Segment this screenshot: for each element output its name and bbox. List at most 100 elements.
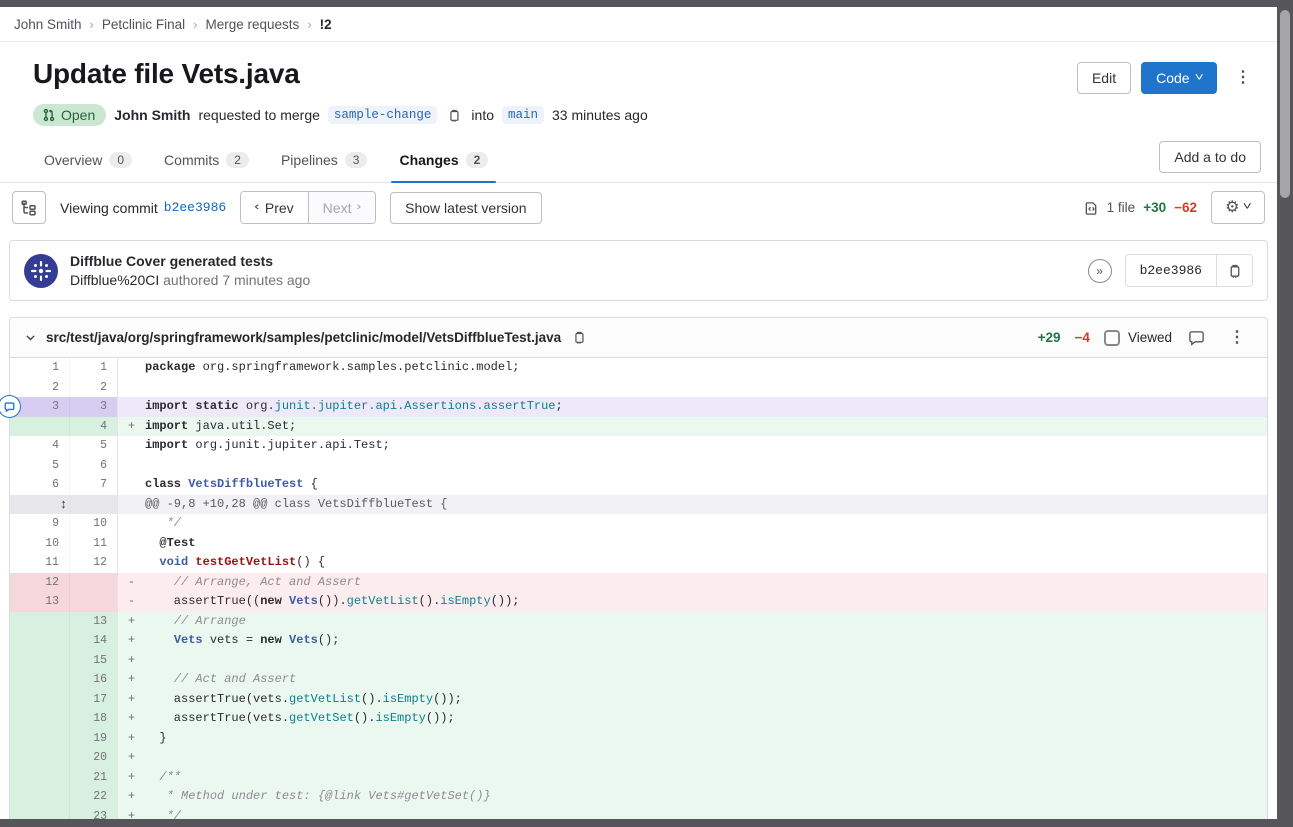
code-line (145, 456, 1267, 476)
new-line-number[interactable] (70, 592, 118, 612)
diff-row: 45import org.junit.jupiter.api.Test; (10, 436, 1267, 456)
new-line-number[interactable]: 16 (70, 670, 118, 690)
old-line-number[interactable]: 13 (10, 592, 70, 612)
diff-settings-button[interactable]: ⚙ ˅ (1211, 191, 1265, 224)
code-dropdown-button[interactable]: Code ˅ (1141, 62, 1217, 94)
new-line-number[interactable]: 19 (70, 729, 118, 749)
tab-commits[interactable]: Commits2 (148, 140, 265, 182)
collapse-file-chevron-icon[interactable] (24, 331, 37, 344)
clipboard-icon (1227, 263, 1242, 279)
add-todo-button[interactable]: Add a to do (1159, 141, 1261, 173)
tab-changes[interactable]: Changes2 (383, 140, 504, 182)
show-latest-version-button[interactable]: Show latest version (390, 192, 541, 224)
avatar (24, 254, 58, 288)
expand-hunk-button[interactable]: ↕ (10, 495, 118, 515)
code-line: void testGetVetList() { (145, 553, 1267, 573)
new-line-number[interactable]: 21 (70, 768, 118, 788)
source-branch-link[interactable]: sample-change (328, 106, 438, 124)
next-commit-button[interactable]: Next › (308, 192, 375, 223)
diff-marker (118, 436, 145, 456)
old-line-number[interactable] (10, 690, 70, 710)
file-comment-button[interactable] (1186, 328, 1207, 348)
old-line-number[interactable]: 4 (10, 436, 70, 456)
old-line-number[interactable] (10, 748, 70, 768)
old-line-number[interactable] (10, 787, 70, 807)
commit-card: Diffblue Cover generated tests Diffblue%… (9, 240, 1268, 301)
new-line-number[interactable]: 18 (70, 709, 118, 729)
old-line-number[interactable] (10, 651, 70, 671)
new-line-number[interactable]: 14 (70, 631, 118, 651)
new-line-number[interactable] (70, 573, 118, 593)
file-options-button[interactable]: ⋮ (1221, 326, 1253, 350)
new-line-number[interactable]: 22 (70, 787, 118, 807)
new-line-number[interactable]: 15 (70, 651, 118, 671)
old-line-number[interactable]: 6 (10, 475, 70, 495)
file-tree-toggle-button[interactable] (12, 191, 46, 224)
old-line-number[interactable] (10, 729, 70, 749)
diff-row: 19+ } (10, 729, 1267, 749)
diff-marker (118, 514, 145, 534)
breadcrumb-project-link[interactable]: Petclinic Final (102, 17, 185, 32)
diff-marker (118, 534, 145, 554)
commit-sha: b2ee3986 (1126, 255, 1216, 286)
edit-button[interactable]: Edit (1077, 62, 1131, 94)
old-line-number[interactable] (10, 768, 70, 788)
new-line-number[interactable]: 5 (70, 436, 118, 456)
more-actions-button[interactable]: ⋮ (1227, 66, 1259, 90)
old-line-number[interactable] (10, 670, 70, 690)
new-line-number[interactable]: 10 (70, 514, 118, 534)
diff-row: 22+ * Method under test: {@link Vets#get… (10, 787, 1267, 807)
scrollbar-thumb[interactable] (1280, 10, 1290, 198)
old-line-number[interactable]: 1 (10, 358, 70, 378)
viewed-checkbox[interactable] (1104, 330, 1120, 346)
new-line-number[interactable]: 1 (70, 358, 118, 378)
breadcrumb-user-link[interactable]: John Smith (14, 17, 82, 32)
old-line-number[interactable]: 9 (10, 514, 70, 534)
diff-row: ↕@@ -9,8 +10,28 @@ class VetsDiffblueTes… (10, 495, 1267, 515)
breadcrumb-merge-requests-link[interactable]: Merge requests (206, 17, 300, 32)
old-line-number[interactable] (10, 417, 70, 437)
old-line-number[interactable]: 11 (10, 553, 70, 573)
code-line: import static org.junit.jupiter.api.Asse… (145, 397, 1267, 417)
old-line-number[interactable] (10, 709, 70, 729)
target-branch-link[interactable]: main (502, 106, 544, 124)
new-line-number[interactable]: 12 (70, 553, 118, 573)
code-line: assertTrue(vets.getVetList().isEmpty()); (145, 690, 1267, 710)
new-line-number[interactable]: 7 (70, 475, 118, 495)
prev-commit-button[interactable]: ‹ Prev (241, 192, 307, 223)
new-line-number[interactable]: 3 (70, 397, 118, 417)
old-line-number[interactable]: 10 (10, 534, 70, 554)
status-badge: Open (33, 104, 106, 126)
commit-title-link[interactable]: Diffblue Cover generated tests (70, 253, 1076, 269)
new-line-number[interactable]: 17 (70, 690, 118, 710)
code-line: assertTrue((new Vets()).getVetList().isE… (145, 592, 1267, 612)
expand-commit-details-button[interactable]: » (1088, 259, 1112, 283)
old-line-number[interactable]: 12 (10, 573, 70, 593)
diff-marker (118, 553, 145, 573)
new-line-number[interactable]: 4 (70, 417, 118, 437)
file-path-link[interactable]: src/test/java/org/springframework/sample… (46, 330, 561, 345)
tab-overview[interactable]: Overview0 (28, 140, 148, 182)
diff-row: 1112 void testGetVetList() { (10, 553, 1267, 573)
copy-branch-button[interactable] (445, 106, 463, 125)
code-line: // Arrange (145, 612, 1267, 632)
code-line: * Method under test: {@link Vets#getVetS… (145, 787, 1267, 807)
old-line-number[interactable] (10, 612, 70, 632)
old-line-number[interactable]: 5 (10, 456, 70, 476)
old-line-number[interactable] (10, 631, 70, 651)
new-line-number[interactable]: 6 (70, 456, 118, 476)
viewing-commit-sha-link[interactable]: b2ee3986 (164, 200, 226, 215)
new-line-number[interactable]: 2 (70, 378, 118, 398)
new-line-number[interactable]: 20 (70, 748, 118, 768)
diff-marker: + (118, 787, 145, 807)
copy-file-path-button[interactable] (570, 328, 588, 347)
diff-marker (118, 456, 145, 476)
commit-time-ago: 7 minutes ago (222, 272, 310, 288)
new-line-number[interactable]: 13 (70, 612, 118, 632)
file-icon (1084, 200, 1099, 216)
new-line-number[interactable]: 11 (70, 534, 118, 554)
diff-marker (118, 475, 145, 495)
tab-pipelines[interactable]: Pipelines3 (265, 140, 384, 182)
old-line-number[interactable]: 2 (10, 378, 70, 398)
copy-sha-button[interactable] (1216, 255, 1252, 286)
